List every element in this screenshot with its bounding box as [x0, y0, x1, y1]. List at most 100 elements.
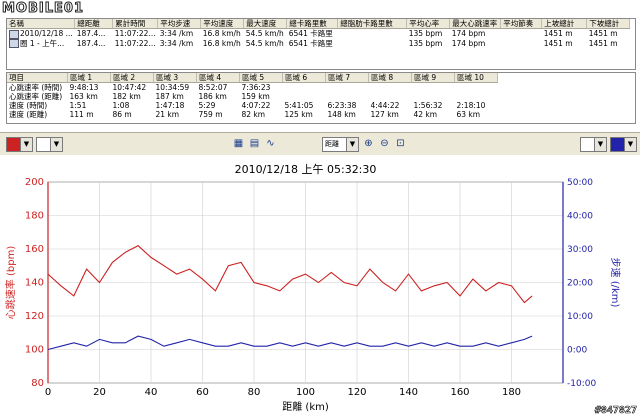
col-header[interactable]: 累計時間 — [112, 19, 159, 29]
y-left-tick-label: 100 — [25, 345, 44, 356]
col-header[interactable]: 區域 10 — [454, 73, 498, 83]
x-tick-label: 0 — [45, 387, 51, 398]
table-cell: 16.8 km/h — [202, 29, 241, 39]
col-header[interactable]: 總距離 — [74, 19, 114, 29]
col-header[interactable]: 區域 6 — [282, 73, 326, 83]
x-tick-label: 40 — [145, 387, 158, 398]
chevron-down-icon[interactable]: ▼ — [346, 137, 359, 152]
x-tick-label: 160 — [450, 387, 469, 398]
table-cell — [326, 83, 369, 93]
col-header[interactable]: 平均速度 — [200, 19, 245, 29]
table-cell: 135 bpm — [408, 38, 443, 48]
summary-table[interactable]: 名稱 總距離 累計時間 平均步速 平均速度 最大速度 總卡路里數 總脂肪卡路里數… — [6, 18, 636, 70]
col-header[interactable]: 上坡總計 — [541, 19, 588, 29]
table-cell: 82 km — [241, 110, 266, 119]
col-header[interactable]: 平均心率 — [406, 19, 451, 29]
chevron-down-icon[interactable]: ▼ — [20, 137, 33, 152]
table-cell: 16.8 km/h — [202, 38, 241, 48]
table-row[interactable]: 圈 1 - 上午... 187.4... 11:07:22... 3:34 /k… — [7, 38, 630, 48]
col-header[interactable]: 平均節奏 — [500, 19, 543, 29]
grid-icon[interactable]: ▦ — [232, 137, 245, 150]
y-right-tick-label: 40:00 — [567, 212, 593, 222]
table-cell: 63 km — [456, 110, 481, 119]
col-header[interactable]: 區域 1 — [67, 73, 111, 83]
zoom-out-icon[interactable]: ⊖ — [378, 137, 391, 150]
table-row[interactable]: 速度 (時間) 1:51 1:08 1:47:18 5:29 4:07:22 5… — [7, 101, 498, 110]
col-header[interactable]: 區域 4 — [196, 73, 240, 83]
zone-table[interactable]: 項目 區域 1 區域 2 區域 3 區域 4 區域 5 區域 6 區域 7 區域… — [6, 72, 636, 124]
table-cell: 182 km — [112, 92, 141, 101]
x-tick-label: 80 — [248, 387, 261, 398]
zoom-in-icon[interactable]: ⊕ — [362, 137, 375, 150]
table-cell — [501, 29, 542, 39]
table-cell: 2:18:10 — [456, 101, 486, 110]
table-cell: 速度 (時間) — [9, 101, 48, 110]
zone-header-row: 項目 區域 1 區域 2 區域 3 區域 4 區域 5 區域 6 區域 7 區域… — [7, 73, 498, 83]
table-cell — [283, 92, 326, 101]
table-cell: 1451 m — [543, 29, 573, 39]
col-header[interactable]: 區域 8 — [368, 73, 412, 83]
col-header[interactable]: 總卡路里數 — [286, 19, 339, 29]
col-header[interactable]: 總脂肪卡路里數 — [337, 19, 408, 29]
table-cell: 1451 m — [588, 29, 618, 39]
table-cell: 10:34:59 — [155, 83, 190, 92]
table-cell: 54.5 km/h — [245, 29, 284, 39]
y-right-tick-label: 50:00 — [567, 178, 593, 188]
col-header[interactable]: 平均步速 — [157, 19, 202, 29]
table-cell: 1:51 — [69, 101, 87, 110]
chart-toolbar: ▼ ▼ ▦ ▤ ∿ 距離 ▼ ⊕ ⊖ ⊡ ▼ ▼ — [0, 132, 640, 156]
chart-title: 2010/12/18 上午 05:32:30 — [235, 163, 377, 176]
col-header[interactable]: 區域 2 — [110, 73, 154, 83]
x-tick-label: 60 — [196, 387, 209, 398]
graph-icon[interactable]: ∿ — [264, 137, 277, 150]
x-tick-label: 140 — [399, 387, 418, 398]
table-cell: 163 km — [69, 92, 98, 101]
table-cell: 111 m — [69, 110, 94, 119]
col-header[interactable]: 區域 5 — [239, 73, 283, 83]
col-header[interactable]: 區域 9 — [411, 73, 455, 83]
layout-icon[interactable]: ▤ — [248, 137, 261, 150]
table-cell: 759 m — [198, 110, 223, 119]
table-cell: 86 m — [112, 110, 132, 119]
table-row[interactable]: 心跳速率 (距離) 163 km 182 km 187 km 186 km 15… — [7, 92, 498, 101]
col-header[interactable]: 區域 3 — [153, 73, 197, 83]
x-tick-label: 180 — [502, 387, 521, 398]
chevron-down-icon[interactable]: ▼ — [50, 137, 63, 152]
table-cell: 7:36:23 — [241, 83, 271, 92]
table-cell: 186 km — [198, 92, 227, 101]
table-cell — [326, 92, 369, 101]
y-left-tick-label: 140 — [25, 278, 44, 289]
table-cell: 8:52:07 — [198, 83, 228, 92]
chart-panel[interactable]: 0 20 40 60 80 100 120 140 160 180 80 100 120 140 160 18… — [0, 155, 640, 417]
col-header[interactable]: 最大速度 — [243, 19, 288, 29]
y-left-tick-label: 80 — [31, 378, 44, 389]
table-cell: 11:07:22... — [114, 29, 156, 39]
hr-speed-chart[interactable]: 0 20 40 60 80 100 120 140 160 180 80 100 120 140 160 18… — [0, 155, 640, 417]
table-cell: 11:07:22... — [114, 38, 156, 48]
table-cell: 6:23:38 — [327, 101, 357, 110]
col-header[interactable]: 區域 7 — [325, 73, 369, 83]
watermark: #847827 — [594, 405, 638, 417]
zoom-fit-icon[interactable]: ⊡ — [394, 137, 407, 150]
y-left-tick-label: 120 — [25, 311, 44, 322]
y-left-axis-label: 心跳速率 (bpm) — [4, 246, 17, 320]
col-header[interactable]: 名稱 — [7, 19, 76, 29]
table-cell — [369, 92, 412, 101]
y-right-axis-label: 步速 (/km) — [609, 258, 621, 308]
table-cell: 187.4... — [76, 38, 106, 48]
table-row[interactable]: 2010/12/18 ... 187.4... 11:07:22... 3:34… — [7, 29, 630, 39]
col-header[interactable]: 最大心跳速率 — [449, 19, 502, 29]
x-axis-label: 距離 (km) — [282, 400, 329, 413]
chevron-down-icon[interactable]: ▼ — [594, 137, 607, 152]
table-cell: 42 km — [413, 110, 438, 119]
table-cell: 心跳速率 (距離) — [9, 92, 63, 101]
table-row[interactable]: 速度 (距離) 111 m 86 m 21 km 759 m 82 km 125… — [7, 110, 498, 119]
table-cell: 159 km — [241, 92, 270, 101]
table-cell: 1:08 — [112, 101, 130, 110]
col-header[interactable]: 項目 — [7, 73, 68, 83]
table-row[interactable]: 心跳速率 (時間) 9:48:13 10:47:42 10:34:59 8:52… — [7, 83, 498, 93]
x-tick-label: 100 — [296, 387, 315, 398]
col-header[interactable]: 下坡總計 — [586, 19, 631, 29]
table-cell: 1:47:18 — [155, 101, 185, 110]
chevron-down-icon[interactable]: ▼ — [624, 137, 637, 152]
